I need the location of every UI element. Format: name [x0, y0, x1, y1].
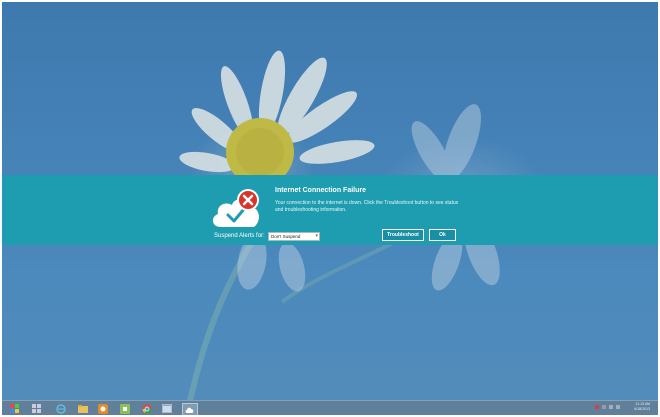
suspend-alerts-label: Suspend Alerts for:	[214, 233, 265, 239]
ok-button[interactable]: Ok	[429, 229, 456, 241]
suspend-alerts-select[interactable]: Don't Suspend ▾	[268, 232, 320, 241]
system-clock[interactable]: 11:13 AM 6/18/2013	[634, 402, 650, 412]
internet-explorer-icon[interactable]	[54, 403, 68, 414]
clock-date: 6/18/2013	[634, 407, 650, 411]
flag-icon[interactable]	[602, 405, 606, 409]
system-tray-icons	[595, 405, 620, 409]
chevron-down-icon: ▾	[315, 233, 318, 239]
window-icon[interactable]	[160, 403, 174, 414]
suspend-alerts-value: Don't Suspend	[271, 234, 301, 239]
battery-icon[interactable]	[616, 405, 620, 409]
cloud-app-icon[interactable]	[182, 403, 198, 415]
dialog-message: Your connection to the internet is down.…	[275, 200, 459, 213]
start-icon[interactable]	[8, 403, 22, 414]
folder-icon[interactable]	[76, 403, 90, 414]
desktop-wallpaper: Internet Connection Failure Your connect…	[2, 2, 658, 415]
dialog-title: Internet Connection Failure	[275, 187, 367, 194]
alert-banner: Internet Connection Failure Your connect…	[2, 175, 658, 245]
troubleshoot-button[interactable]: Troubleshoot	[382, 229, 424, 241]
media-icon[interactable]	[96, 403, 110, 414]
chrome-icon[interactable]	[140, 403, 154, 414]
network-error-icon[interactable]	[595, 405, 599, 409]
app-icon[interactable]	[118, 403, 132, 414]
volume-icon[interactable]	[609, 405, 613, 409]
taskbar: 11:13 AM 6/18/2013	[2, 400, 658, 415]
cloud-error-icon	[210, 187, 266, 231]
apps-grid-icon[interactable]	[30, 403, 44, 414]
